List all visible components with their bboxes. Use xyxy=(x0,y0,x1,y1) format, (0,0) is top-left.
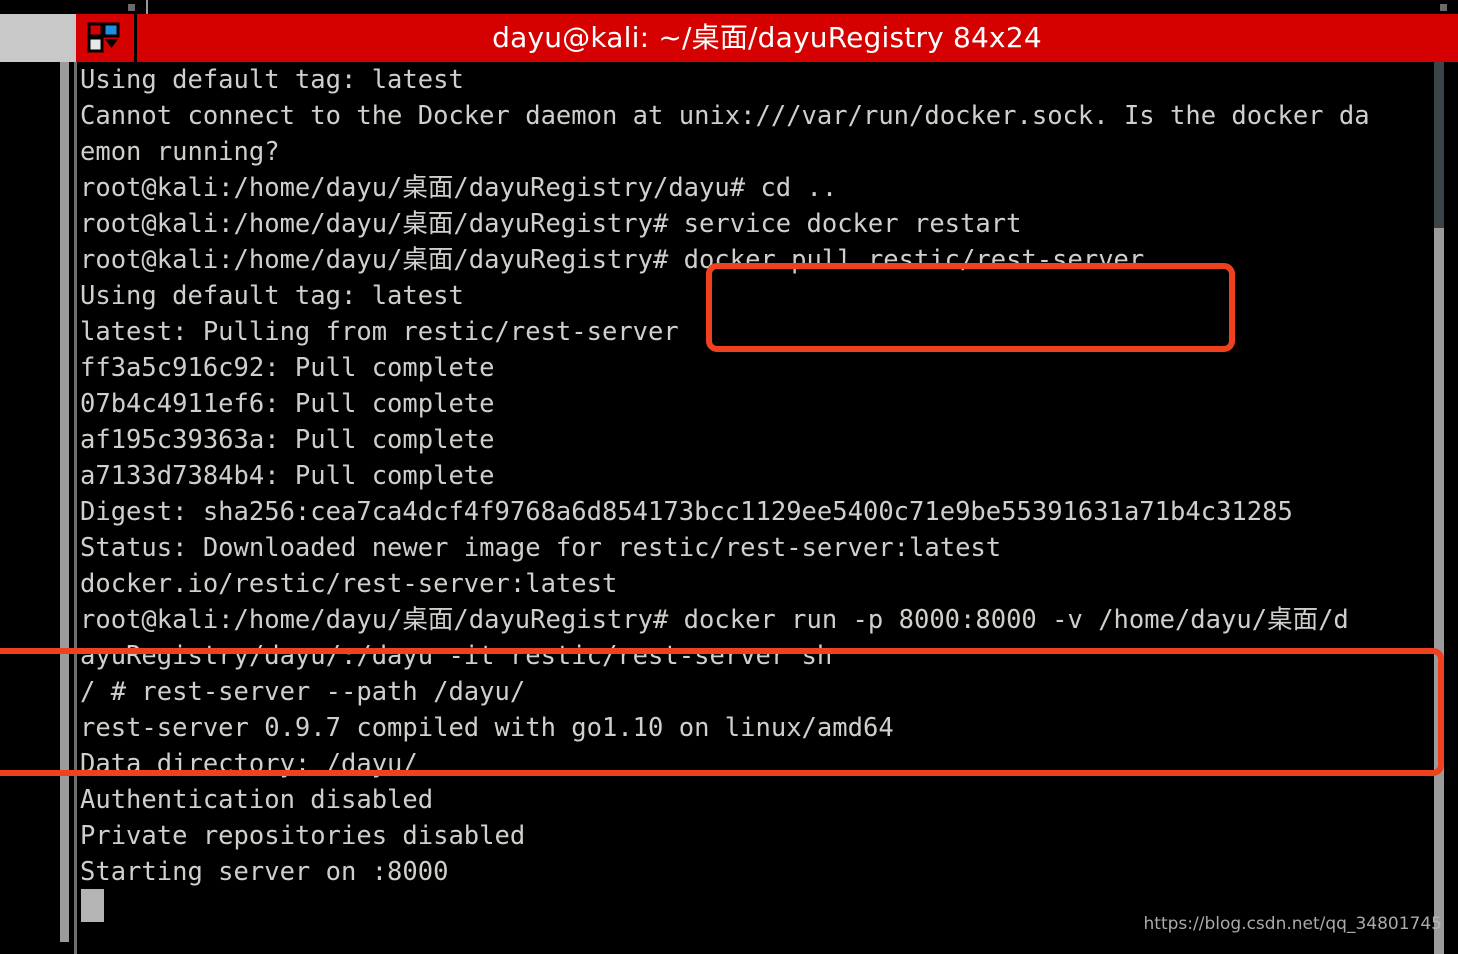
top-strip-divider xyxy=(146,0,148,14)
right-scrollbar-thumb[interactable] xyxy=(1434,62,1444,228)
left-scrollbar[interactable] xyxy=(60,62,69,942)
terminal-line: ff3a5c916c92: Pull complete xyxy=(80,353,495,383)
terminal-body[interactable]: Using default tag: latest Cannot connect … xyxy=(0,62,1458,954)
terminal-left-border xyxy=(74,62,77,954)
terminal-line: Cannot connect to the Docker daemon at u… xyxy=(80,101,1370,131)
terminal-line: Status: Downloaded newer image for resti… xyxy=(80,533,1002,563)
titlebar-left-pad xyxy=(0,14,76,62)
top-strip xyxy=(0,0,1458,14)
terminal-output: Using default tag: latest Cannot connect … xyxy=(80,62,1430,890)
terminal-line: Using default tag: latest xyxy=(80,65,464,95)
terminal-line: 07b4c4911ef6: Pull complete xyxy=(80,389,495,419)
terminal-line: root@kali:/home/dayu/桌面/dayuRegistry# do… xyxy=(80,605,1349,635)
terminal-line: Digest: sha256:cea7ca4dcf4f9768a6d854173… xyxy=(80,497,1293,527)
window-title: dayu@kali: ~/桌面/dayuRegistry 84x24 xyxy=(492,21,1042,54)
terminal-line: Private repositories disabled xyxy=(80,821,526,851)
terminal-line: Starting server on :8000 xyxy=(80,857,449,887)
titlebar-red-strip[interactable]: dayu@kali: ~/桌面/dayuRegistry 84x24 xyxy=(76,14,1458,62)
top-strip-tick xyxy=(1440,4,1447,11)
watermark-text: https://blog.csdn.net/qq_34801745 xyxy=(1143,914,1442,934)
terminal-line: Using default tag: latest xyxy=(80,281,464,311)
titlebar-icon-separator xyxy=(134,14,137,62)
terminal-line: a7133d7384b4: Pull complete xyxy=(80,461,495,491)
terminal-line: Authentication disabled xyxy=(80,785,434,815)
window-titlebar[interactable]: dayu@kali: ~/桌面/dayuRegistry 84x24 xyxy=(0,14,1458,62)
top-strip-tick xyxy=(128,4,135,11)
terminal-line: emon running? xyxy=(80,137,280,167)
terminal-line: af195c39363a: Pull complete xyxy=(80,425,495,455)
terminal-line: root@kali:/home/dayu/桌面/dayuRegistry# se… xyxy=(80,209,1022,239)
terminal-line: / # rest-server --path /dayu/ xyxy=(80,677,526,707)
terminal-line: ayuRegistry/dayu/:/dayu -it restic/rest-… xyxy=(80,641,833,671)
block-cursor xyxy=(81,889,104,922)
terminal-line: root@kali:/home/dayu/桌面/dayuRegistry/day… xyxy=(80,173,838,203)
terminal-window-icon xyxy=(87,21,121,55)
terminal-line: latest: Pulling from restic/rest-server xyxy=(80,317,679,347)
terminal-line: root@kali:/home/dayu/桌面/dayuRegistry# do… xyxy=(80,245,1145,275)
terminal-line: Data directory: /dayu/ xyxy=(80,749,418,779)
screenshot-root: dayu@kali: ~/桌面/dayuRegistry 84x24 Using… xyxy=(0,0,1458,954)
terminal-line: docker.io/restic/rest-server:latest xyxy=(80,569,618,599)
terminal-line: rest-server 0.9.7 compiled with go1.10 o… xyxy=(80,713,894,743)
